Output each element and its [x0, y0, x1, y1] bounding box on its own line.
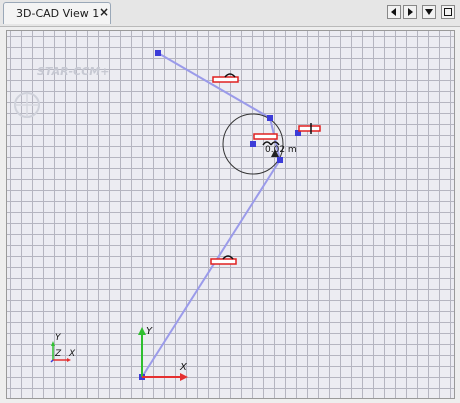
triad-small-z-label: Z: [55, 349, 62, 359]
constraint-marker[interactable]: [210, 255, 237, 265]
maximize-button[interactable]: [441, 5, 455, 19]
constraint-marker[interactable]: [212, 73, 239, 83]
triad-large-y-label: Y: [146, 326, 153, 337]
next-view-button[interactable]: [403, 5, 417, 19]
tab-bar: 3D-CAD View 1 ×: [0, 0, 460, 27]
triad-small-y-label: Y: [55, 333, 61, 343]
sketch-canvas[interactable]: STAR-CCM+ 0.02 m Y X Y Z X: [6, 30, 455, 399]
maximize-icon: [444, 8, 452, 16]
view-menu-button[interactable]: [422, 5, 436, 19]
sketch-point[interactable]: [155, 50, 161, 56]
triad-large-x-label: X: [180, 362, 187, 373]
dimension-label[interactable]: 0.02 m: [265, 145, 297, 155]
sketch-line-3[interactable]: [141, 159, 281, 378]
sketch-line-1[interactable]: [157, 52, 271, 119]
sketch-scene: [50, 50, 321, 381]
sketch-point[interactable]: [267, 115, 273, 121]
circle-center-point[interactable]: [250, 141, 256, 147]
arrow-right-icon: [408, 8, 413, 16]
tab-label: 3D-CAD View 1: [16, 7, 100, 20]
chevron-down-icon: [425, 9, 433, 15]
cad-view-window: 3D-CAD View 1 × STAR-CCM+ 0.02 m Y X Y Z…: [0, 0, 460, 403]
tab-3d-cad-view[interactable]: 3D-CAD View 1 ×: [3, 2, 111, 24]
prev-view-button[interactable]: [387, 5, 401, 19]
triad-small-x-label: X: [69, 349, 76, 359]
arrow-left-icon: [391, 8, 396, 16]
constraint-marker[interactable]: [298, 123, 321, 134]
sketch-point[interactable]: [277, 157, 283, 163]
tab-close-icon[interactable]: ×: [99, 5, 109, 19]
